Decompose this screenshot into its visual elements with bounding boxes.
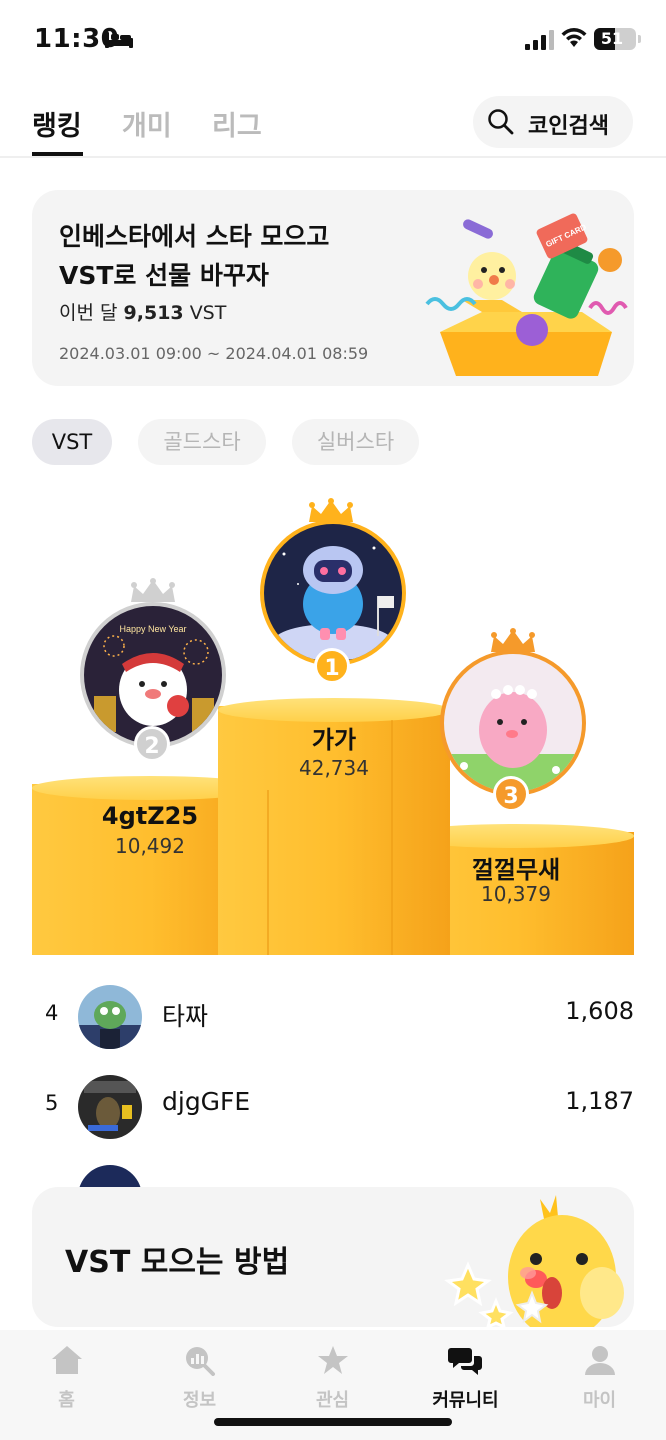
- nav-community[interactable]: 커뮤니티: [399, 1340, 532, 1411]
- banner-title-line2: VST로 선물 바꾸자: [59, 261, 269, 290]
- vst-promo-banner[interactable]: 인베스타에서 스타 모으고 VST로 선물 바꾸자 이번 달 9,513 VST…: [32, 190, 634, 386]
- gift-box-illustration: GIFT CARD: [425, 213, 628, 376]
- tab-ants[interactable]: 개미: [122, 104, 172, 143]
- tab-league[interactable]: 리그: [212, 104, 262, 143]
- filter-chip-gold-star[interactable]: 골드스타: [138, 419, 266, 465]
- ranking-row-score: 1,187: [565, 1087, 634, 1115]
- ranking-row-avatar: [78, 1075, 142, 1139]
- coin-search-label: 코인검색: [528, 114, 609, 139]
- nav-label-home: 홈: [58, 1390, 75, 1411]
- battery-percent: 51: [600, 29, 624, 48]
- banner-monthly-total: 이번 달 9,513 VST: [59, 298, 226, 325]
- rank-badge-3: 3: [493, 776, 529, 812]
- nav-label-favorites: 관심: [315, 1390, 350, 1411]
- third-place-avatar[interactable]: [440, 650, 586, 796]
- wifi-icon: [561, 28, 587, 47]
- frog-avatar-image: [78, 985, 142, 1049]
- dark-poster-avatar-image: [78, 1075, 142, 1139]
- podium-second-name: 4gtZ25: [101, 802, 199, 830]
- status-bar: 11:30 51: [0, 0, 666, 80]
- podium-first[interactable]: 가가 42,734: [218, 720, 450, 800]
- banner-month-prefix: 이번 달: [59, 302, 118, 324]
- banner-month-unit: VST: [189, 302, 227, 324]
- battery-indicator: 51: [594, 28, 636, 50]
- ranking-row-score: 1,608: [565, 997, 634, 1025]
- podium-second[interactable]: 4gtZ25 10,492: [32, 802, 268, 882]
- vst-howto-card[interactable]: VST 모으는 방법: [32, 1187, 634, 1327]
- home-icon: [51, 1346, 82, 1374]
- nav-label-info: 정보: [182, 1390, 217, 1411]
- tab-ranking[interactable]: 랭킹: [32, 104, 82, 143]
- first-place-avatar[interactable]: [260, 520, 406, 666]
- battery-tip: [638, 35, 641, 43]
- ranking-list-row[interactable]: 5 djgGFE 1,187: [0, 1067, 666, 1147]
- ranking-list-row[interactable]: 4 타짜 1,608: [0, 977, 666, 1057]
- ranking-row-avatar: [78, 985, 142, 1049]
- search-chart-icon: [185, 1347, 215, 1376]
- ranking-row-rank: 4: [45, 1001, 59, 1025]
- ranking-row-name: djgGFE: [162, 1087, 251, 1116]
- robot-avatar-image: [273, 546, 394, 660]
- nav-info[interactable]: 정보: [133, 1340, 266, 1411]
- podium-first-score: 42,734: [299, 756, 369, 780]
- podium-first-name: 가가: [311, 726, 357, 754]
- banner-title-line1: 인베스타에서 스타 모으고: [59, 222, 330, 251]
- top3-podium: 가가 42,734 4gtZ25 10,492 껄껄무새 10,379 1 Ha…: [0, 490, 666, 955]
- pink-bird-avatar-image: [444, 685, 582, 792]
- nav-label-my: 마이: [582, 1390, 617, 1411]
- yellow-bird-mascot-illustration: [444, 1195, 624, 1327]
- nav-favorites[interactable]: 관심: [266, 1340, 399, 1411]
- banner-period: 2024.03.01 09:00 ~ 2024.04.01 08:59: [59, 344, 369, 363]
- search-icon: [488, 109, 514, 135]
- cellular-signal-icon: [525, 30, 554, 50]
- howto-title: VST 모으는 방법: [65, 1245, 290, 1280]
- chat-bubbles-icon: [447, 1348, 482, 1375]
- filter-chip-vst[interactable]: VST: [32, 419, 112, 465]
- top-tab-bar: 랭킹 개미 리그 코인검색: [0, 88, 666, 158]
- sleep-mode-icon: [105, 32, 133, 48]
- ranking-row-avatar-partial: [78, 1165, 142, 1187]
- podium-second-score: 10,492: [115, 834, 185, 858]
- star-icon: [317, 1346, 348, 1374]
- active-tab-underline: [32, 152, 83, 156]
- nav-label-community: 커뮤니티: [432, 1390, 499, 1411]
- home-indicator-bar[interactable]: [214, 1418, 452, 1426]
- rank-badge-1: 1: [314, 648, 350, 684]
- nav-my[interactable]: 마이: [533, 1340, 666, 1411]
- ranking-row-rank: 5: [45, 1091, 59, 1115]
- person-icon: [584, 1346, 615, 1375]
- banner-month-amount: 9,513: [123, 302, 184, 324]
- podium-third[interactable]: 껄껄무새 10,379: [398, 850, 634, 930]
- bird-newyear-avatar-image: Happy New Year: [94, 624, 214, 732]
- coin-search-button[interactable]: 코인검색: [473, 96, 633, 148]
- rank-badge-2: 2: [134, 726, 170, 762]
- podium-third-name: 껄껄무새: [471, 856, 561, 884]
- filter-chip-silver-star[interactable]: 실버스타: [292, 419, 419, 465]
- avatar-happy-new-year-text: Happy New Year: [119, 624, 186, 634]
- ranking-row-name: 타짜: [162, 1002, 209, 1031]
- podium-third-score: 10,379: [481, 882, 551, 906]
- nav-home[interactable]: 홈: [0, 1340, 133, 1411]
